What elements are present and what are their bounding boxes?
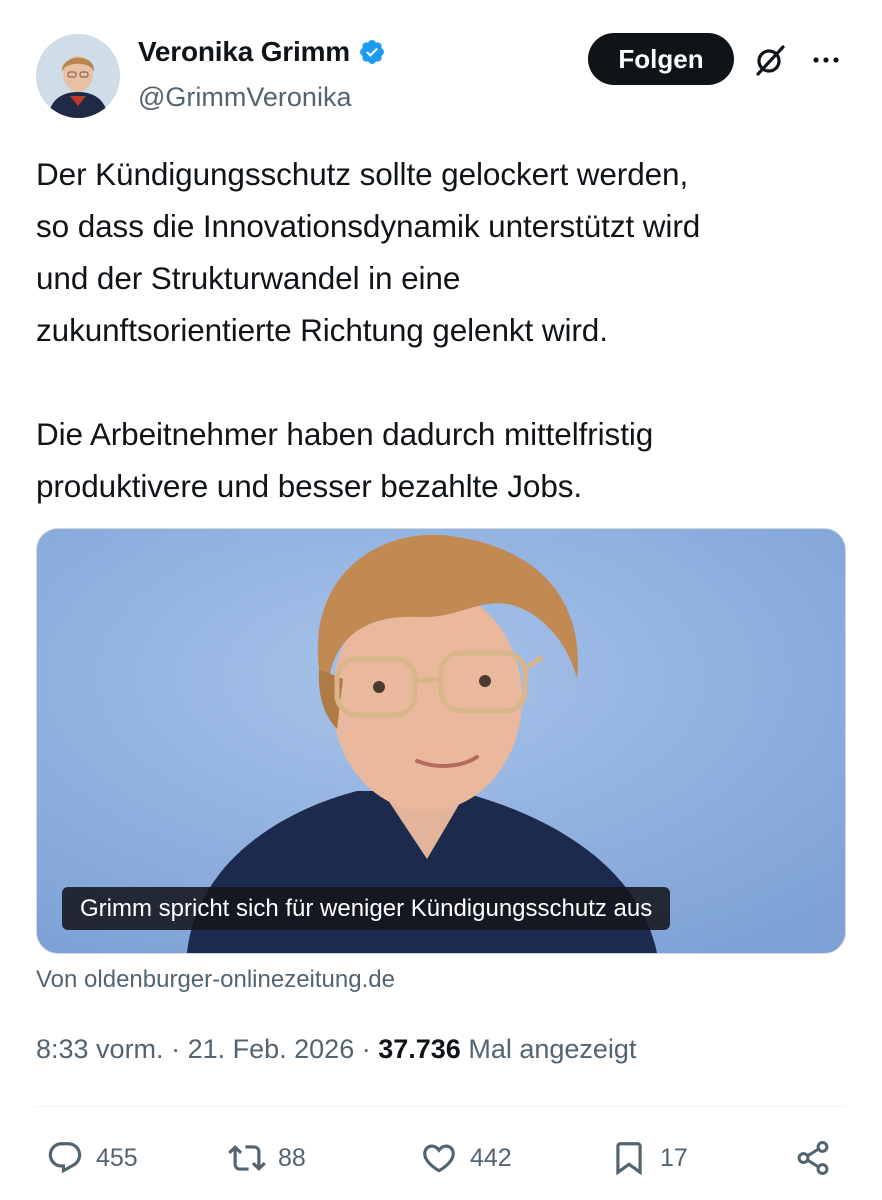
- author-name[interactable]: Veronika Grimm: [138, 36, 350, 68]
- bookmark-count: 17: [660, 1143, 688, 1172]
- more-icon[interactable]: [808, 42, 844, 78]
- share-icon: [797, 1140, 829, 1176]
- avatar-image: [36, 34, 120, 118]
- grok-icon[interactable]: [752, 42, 788, 78]
- like-icon: [423, 1144, 455, 1173]
- bookmark-button[interactable]: 17: [610, 1132, 688, 1184]
- media-source[interactable]: Von oldenburger-onlinezeitung.de: [36, 966, 395, 994]
- like-button[interactable]: 442: [420, 1132, 512, 1184]
- media-caption: Grimm spricht sich für weniger Kündigung…: [62, 887, 671, 930]
- author-name-row[interactable]: Veronika Grimm: [138, 36, 386, 68]
- like-count: 442: [470, 1143, 512, 1172]
- repost-count: 88: [278, 1143, 306, 1172]
- tweet-time[interactable]: 8:33 vorm.: [36, 1034, 164, 1064]
- reply-icon: [48, 1142, 82, 1174]
- views-label: Mal angezeigt: [468, 1034, 637, 1064]
- divider: [36, 1106, 846, 1107]
- repost-icon: [228, 1145, 266, 1171]
- tweet-meta: 8:33 vorm. · 21. Feb. 2026 · 37.736 Mal …: [36, 1034, 636, 1065]
- bookmark-icon: [616, 1142, 642, 1176]
- action-bar: 455 88 442 17: [36, 1132, 846, 1184]
- reply-button[interactable]: 455: [46, 1132, 138, 1184]
- views-count: 37.736: [378, 1034, 461, 1064]
- verified-badge-icon: [360, 40, 384, 64]
- tweet-text: Der Kündigungsschutz sollte gelockert we…: [36, 156, 701, 504]
- reply-count: 455: [96, 1143, 138, 1172]
- follow-button[interactable]: Folgen: [588, 33, 734, 85]
- meta-separator: ·: [171, 1034, 188, 1064]
- author-handle[interactable]: @GrimmVeronika: [138, 82, 351, 113]
- share-button[interactable]: [794, 1132, 832, 1184]
- repost-button[interactable]: 88: [228, 1132, 306, 1184]
- tweet-date[interactable]: 21. Feb. 2026: [188, 1034, 355, 1064]
- meta-separator: ·: [361, 1034, 379, 1064]
- author-avatar[interactable]: [36, 34, 120, 118]
